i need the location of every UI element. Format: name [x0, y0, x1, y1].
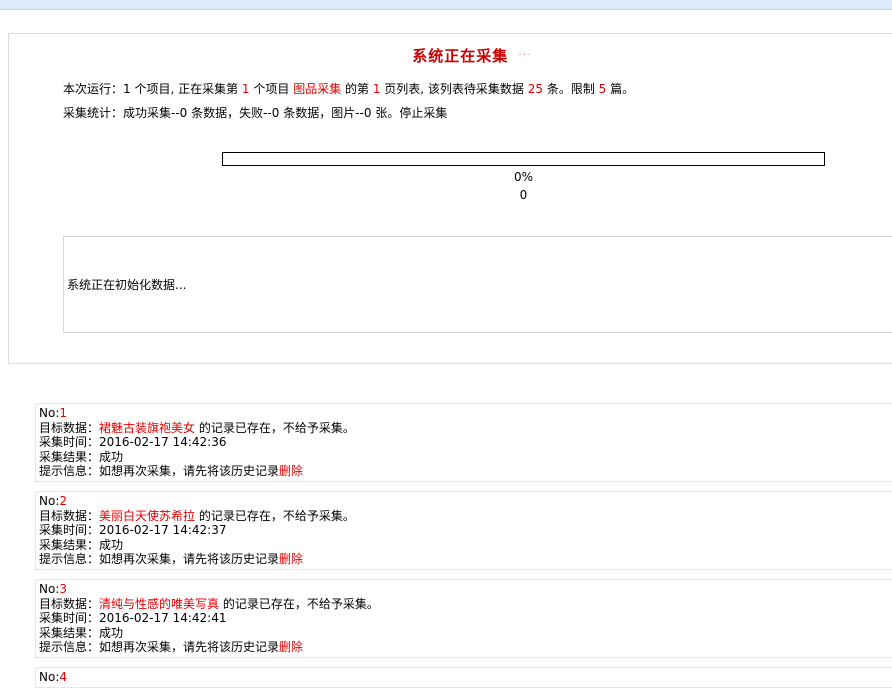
- time-label: 采集时间：: [39, 523, 99, 537]
- record-no-line: No:2: [39, 494, 892, 509]
- record-time-line: 采集时间：2016-02-17 14:42:37: [39, 523, 892, 538]
- record-tip-line: 提示信息：如想再次采集，请先将该历史记录删除: [39, 552, 892, 567]
- target-label: 目标数据：: [39, 509, 99, 523]
- delete-link[interactable]: 删除: [279, 640, 303, 654]
- tip-label: 提示信息：: [39, 552, 99, 566]
- record-no-line: No:4: [39, 670, 892, 685]
- tip-text: 如想再次采集，请先将该历史记录: [99, 552, 279, 566]
- record-target-line: 目标数据：清纯与性感的唯美写真 的记录已存在，不给予采集。: [39, 597, 892, 612]
- progress-count: 0: [222, 188, 825, 202]
- record-item-1: No:1 目标数据：裙魅古装旗袍美女 的记录已存在，不给予采集。 采集时间：20…: [35, 403, 892, 482]
- stats-line: 采集统计：成功采集--0 条数据，失败--0 条数据，图片--0 张。停止采集: [63, 104, 447, 121]
- pending-count: 25: [528, 82, 543, 96]
- no-label: No:: [39, 670, 59, 684]
- time-label: 采集时间：: [39, 435, 99, 449]
- result-label: 采集结果：: [39, 626, 99, 640]
- project-name-link[interactable]: 图品采集: [293, 82, 341, 96]
- run-text: 条。限制: [543, 82, 599, 96]
- tip-label: 提示信息：: [39, 640, 99, 654]
- record-no: 3: [59, 582, 67, 596]
- record-time-line: 采集时间：2016-02-17 14:42:36: [39, 435, 892, 450]
- collector-panel: 系统正在采集... 本次运行：1 个项目, 正在采集第 1 个项目 图品采集 的…: [8, 33, 892, 364]
- target-suffix: 的记录已存在，不给予采集。: [219, 597, 379, 611]
- record-result-line: 采集结果：成功: [39, 450, 892, 465]
- target-label: 目标数据：: [39, 421, 99, 435]
- record-time: 2016-02-17 14:42:41: [99, 611, 226, 625]
- record-title-link[interactable]: 清纯与性感的唯美写真: [99, 597, 219, 611]
- target-suffix: 的记录已存在，不给予采集。: [195, 421, 355, 435]
- target-label: 目标数据：: [39, 597, 99, 611]
- run-text: 本次运行：1 个项目, 正在采集第: [63, 82, 242, 96]
- record-tip-line: 提示信息：如想再次采集，请先将该历史记录删除: [39, 640, 892, 655]
- no-label: No:: [39, 582, 59, 596]
- no-label: No:: [39, 406, 59, 420]
- record-list: No:1 目标数据：裙魅古装旗袍美女 的记录已存在，不给予采集。 采集时间：20…: [35, 403, 892, 697]
- record-tip-line: 提示信息：如想再次采集，请先将该历史记录删除: [39, 464, 892, 479]
- page-title-text: 系统正在采集: [412, 47, 508, 65]
- run-status-line: 本次运行：1 个项目, 正在采集第 1 个项目 图品采集 的第 1 页列表, 该…: [63, 80, 634, 97]
- result-label: 采集结果：: [39, 450, 99, 464]
- progress-percent: 0%: [222, 170, 825, 184]
- title-animated-dots: ...: [518, 45, 532, 58]
- tip-text: 如想再次采集，请先将该历史记录: [99, 640, 279, 654]
- record-target-line: 目标数据：美丽白天使苏希拉 的记录已存在，不给予采集。: [39, 509, 892, 524]
- tip-label: 提示信息：: [39, 464, 99, 478]
- record-time-line: 采集时间：2016-02-17 14:42:41: [39, 611, 892, 626]
- record-result: 成功: [99, 626, 123, 640]
- record-item-3: No:3 目标数据：清纯与性感的唯美写真 的记录已存在，不给予采集。 采集时间：…: [35, 579, 892, 658]
- page-title: 系统正在采集...: [9, 45, 892, 66]
- record-time: 2016-02-17 14:42:37: [99, 523, 226, 537]
- status-message: 系统正在初始化数据...: [67, 276, 186, 293]
- target-suffix: 的记录已存在，不给予采集。: [195, 509, 355, 523]
- record-target-line: 目标数据：裙魅古装旗袍美女 的记录已存在，不给予采集。: [39, 421, 892, 436]
- progress-bar-wrap: [222, 152, 825, 166]
- record-result-line: 采集结果：成功: [39, 538, 892, 553]
- record-result: 成功: [99, 538, 123, 552]
- record-title-link[interactable]: 裙魅古装旗袍美女: [99, 421, 195, 435]
- record-no: 2: [59, 494, 67, 508]
- record-time: 2016-02-17 14:42:36: [99, 435, 226, 449]
- no-label: No:: [39, 494, 59, 508]
- result-label: 采集结果：: [39, 538, 99, 552]
- record-title-link[interactable]: 美丽白天使苏希拉: [99, 509, 195, 523]
- delete-link[interactable]: 删除: [279, 552, 303, 566]
- record-item-4: No:4: [35, 667, 892, 688]
- top-bar: [0, 0, 892, 10]
- run-text: 页列表, 该列表待采集数据: [380, 82, 527, 96]
- record-result-line: 采集结果：成功: [39, 626, 892, 641]
- record-no: 1: [59, 406, 67, 420]
- record-no: 4: [59, 670, 67, 684]
- time-label: 采集时间：: [39, 611, 99, 625]
- stop-collect-link[interactable]: 停止采集: [399, 106, 447, 120]
- stats-text: 采集统计：成功采集--0 条数据，失败--0 条数据，图片--0 张。: [63, 106, 399, 120]
- record-result: 成功: [99, 450, 123, 464]
- run-text: 的第: [341, 82, 373, 96]
- status-message-box: 系统正在初始化数据...: [63, 236, 892, 333]
- run-text: 个项目: [250, 82, 294, 96]
- record-no-line: No:3: [39, 582, 892, 597]
- run-text: 篇。: [606, 82, 634, 96]
- progress-bar: [222, 152, 825, 166]
- project-index: 1: [242, 82, 250, 96]
- record-no-line: No:1: [39, 406, 892, 421]
- tip-text: 如想再次采集，请先将该历史记录: [99, 464, 279, 478]
- delete-link[interactable]: 删除: [279, 464, 303, 478]
- record-item-2: No:2 目标数据：美丽白天使苏希拉 的记录已存在，不给予采集。 采集时间：20…: [35, 491, 892, 570]
